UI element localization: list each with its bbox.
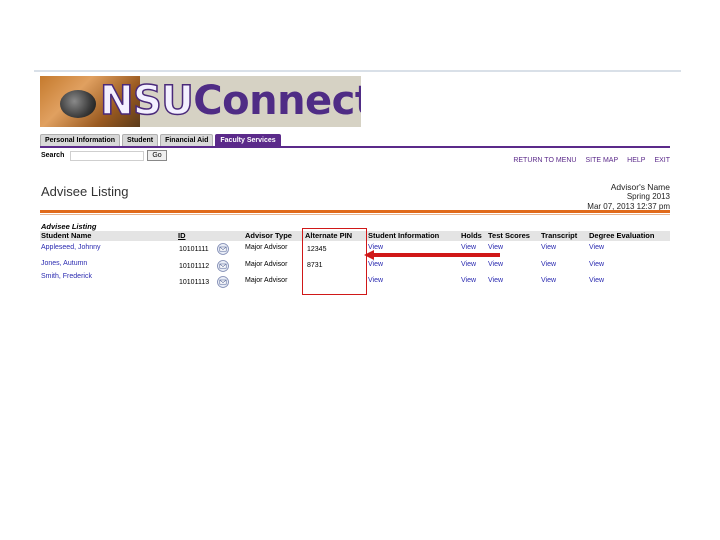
test-scores-view-link[interactable]: View <box>488 260 503 269</box>
student-name-link[interactable]: Appleseed, Johnny <box>41 243 101 252</box>
tab-faculty-services[interactable]: Faculty Services <box>215 134 281 146</box>
alternate-pin-highlight-box <box>302 228 367 295</box>
header-advisor-type: Advisor Type <box>245 231 292 240</box>
term: Spring 2013 <box>626 192 670 201</box>
main-tabs: Personal Information Student Financial A… <box>40 134 281 146</box>
advisor-type: Major Advisor <box>245 261 288 268</box>
help-link[interactable]: HELP <box>627 157 645 164</box>
header-holds: Holds <box>461 231 482 240</box>
advisor-name: Advisor's Name <box>610 182 670 192</box>
student-id: 10101111 <box>179 246 209 253</box>
exit-link[interactable]: EXIT <box>654 157 670 164</box>
top-links: RETURN TO MENU SITE MAP HELP EXIT <box>513 157 670 164</box>
holds-view-link[interactable]: View <box>461 260 476 269</box>
envelope-icon[interactable] <box>217 243 229 255</box>
return-to-menu-link[interactable]: RETURN TO MENU <box>513 157 576 164</box>
go-button[interactable]: Go <box>147 150 167 161</box>
header-student-information: Student Information <box>368 231 440 240</box>
envelope-icon[interactable] <box>217 276 229 288</box>
header-degree-evaluation: Degree Evaluation <box>589 231 655 240</box>
advisor-type: Major Advisor <box>245 277 288 284</box>
student-id: 10101112 <box>179 263 210 270</box>
advisor-type: Major Advisor <box>245 244 288 251</box>
header-transcript: Transcript <box>541 231 578 240</box>
tab-student[interactable]: Student <box>122 134 159 146</box>
search-label: Search <box>41 152 65 159</box>
envelope-icon[interactable] <box>217 260 229 272</box>
student-name-link[interactable]: Jones, Autumn <box>41 259 87 268</box>
transcript-view-link[interactable]: View <box>541 260 556 269</box>
degree-evaluation-view-link[interactable]: View <box>589 243 604 252</box>
transcript-view-link[interactable]: View <box>541 243 556 252</box>
holds-view-link[interactable]: View <box>461 276 476 285</box>
logo: NSUConnect <box>99 76 361 127</box>
tab-personal-information[interactable]: Personal Information <box>40 134 121 146</box>
title-divider <box>40 210 670 213</box>
nsuconnect-banner: NSUConnect <box>40 76 361 127</box>
degree-evaluation-view-link[interactable]: View <box>589 260 604 269</box>
degree-evaluation-view-link[interactable]: View <box>589 276 604 285</box>
table-caption: Advisee Listing <box>41 222 97 231</box>
advisor-info: Advisor's Name Spring 2013 Mar 07, 2013 … <box>587 182 670 212</box>
header-student-name: Student Name <box>41 231 92 240</box>
student-information-view-link[interactable]: View <box>368 276 383 285</box>
tab-underline <box>40 146 670 148</box>
title-divider-thin <box>40 214 670 215</box>
header-test-scores: Test Scores <box>488 231 530 240</box>
student-id: 10101113 <box>179 279 210 286</box>
top-divider <box>34 70 681 72</box>
student-information-view-link[interactable]: View <box>368 260 383 269</box>
test-scores-view-link[interactable]: View <box>488 276 503 285</box>
logo-connect: Connect <box>193 78 361 124</box>
arrow-left-icon <box>364 250 500 260</box>
transcript-view-link[interactable]: View <box>541 276 556 285</box>
site-map-link[interactable]: SITE MAP <box>585 157 618 164</box>
header-id[interactable]: ID <box>178 231 186 241</box>
student-name-link[interactable]: Smith, Frederick <box>41 272 92 281</box>
banner-button-image <box>60 90 96 118</box>
tab-financial-aid[interactable]: Financial Aid <box>160 134 214 146</box>
page-title: Advisee Listing <box>41 184 129 199</box>
search-input[interactable] <box>70 151 144 161</box>
logo-nsu: NSU <box>99 77 194 125</box>
